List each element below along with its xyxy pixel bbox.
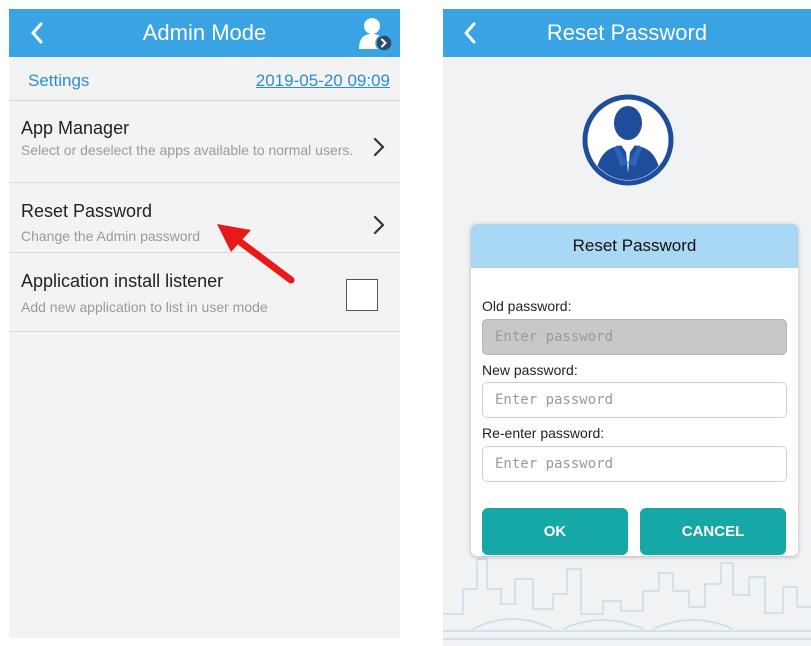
menu-item-description: Change the Admin password bbox=[21, 228, 200, 244]
chevron-right-icon bbox=[373, 137, 385, 157]
menu-item-install-listener[interactable]: Application install listener Add new app… bbox=[9, 253, 400, 332]
ok-button[interactable]: OK bbox=[482, 508, 628, 555]
user-settings-button[interactable] bbox=[356, 15, 394, 53]
reset-password-screen: Reset Password Reset Password Old passwo… bbox=[443, 9, 811, 646]
new-password-label: New password: bbox=[482, 362, 578, 378]
settings-row: Settings 2019-05-20 09:09 bbox=[9, 57, 400, 101]
menu-item-title: Application install listener bbox=[21, 271, 224, 291]
page-title: Admin Mode bbox=[142, 20, 267, 45]
businessman-avatar-icon bbox=[582, 94, 674, 186]
red-arrow-annotation bbox=[217, 224, 295, 284]
dialog-title: Reset Password bbox=[471, 224, 798, 268]
reenter-password-input[interactable] bbox=[482, 446, 787, 482]
cancel-button[interactable]: CANCEL bbox=[640, 508, 786, 555]
install-listener-checkbox[interactable] bbox=[346, 279, 378, 311]
old-password-label: Old password: bbox=[482, 298, 572, 314]
reset-header: Reset Password bbox=[443, 9, 811, 57]
reset-password-dialog: Reset Password Old password: New passwor… bbox=[471, 224, 798, 556]
chevron-right-icon bbox=[373, 215, 385, 235]
menu-item-reset-password[interactable]: Reset Password Change the Admin password bbox=[9, 183, 400, 253]
new-password-input[interactable] bbox=[482, 382, 787, 418]
admin-mode-screen: Admin Mode Settings 2019-05-20 09:09 App… bbox=[9, 9, 400, 638]
page-title: Reset Password bbox=[546, 20, 708, 45]
menu-item-description: Add new application to list in user mode bbox=[21, 299, 268, 315]
user-gear-icon bbox=[359, 18, 393, 52]
menu-item-description: Select or deselect the apps available to… bbox=[21, 142, 354, 158]
datetime-link[interactable]: 2019-05-20 09:09 bbox=[256, 71, 390, 91]
settings-label: Settings bbox=[28, 71, 90, 90]
old-password-input[interactable] bbox=[482, 319, 787, 355]
admin-header: Admin Mode bbox=[9, 9, 400, 57]
reenter-password-label: Re-enter password: bbox=[482, 425, 605, 441]
menu-item-title: App Manager bbox=[21, 118, 130, 138]
menu-item-app-manager[interactable]: App Manager Select or deselect the apps … bbox=[9, 101, 400, 183]
menu-item-title: Reset Password bbox=[21, 201, 153, 221]
